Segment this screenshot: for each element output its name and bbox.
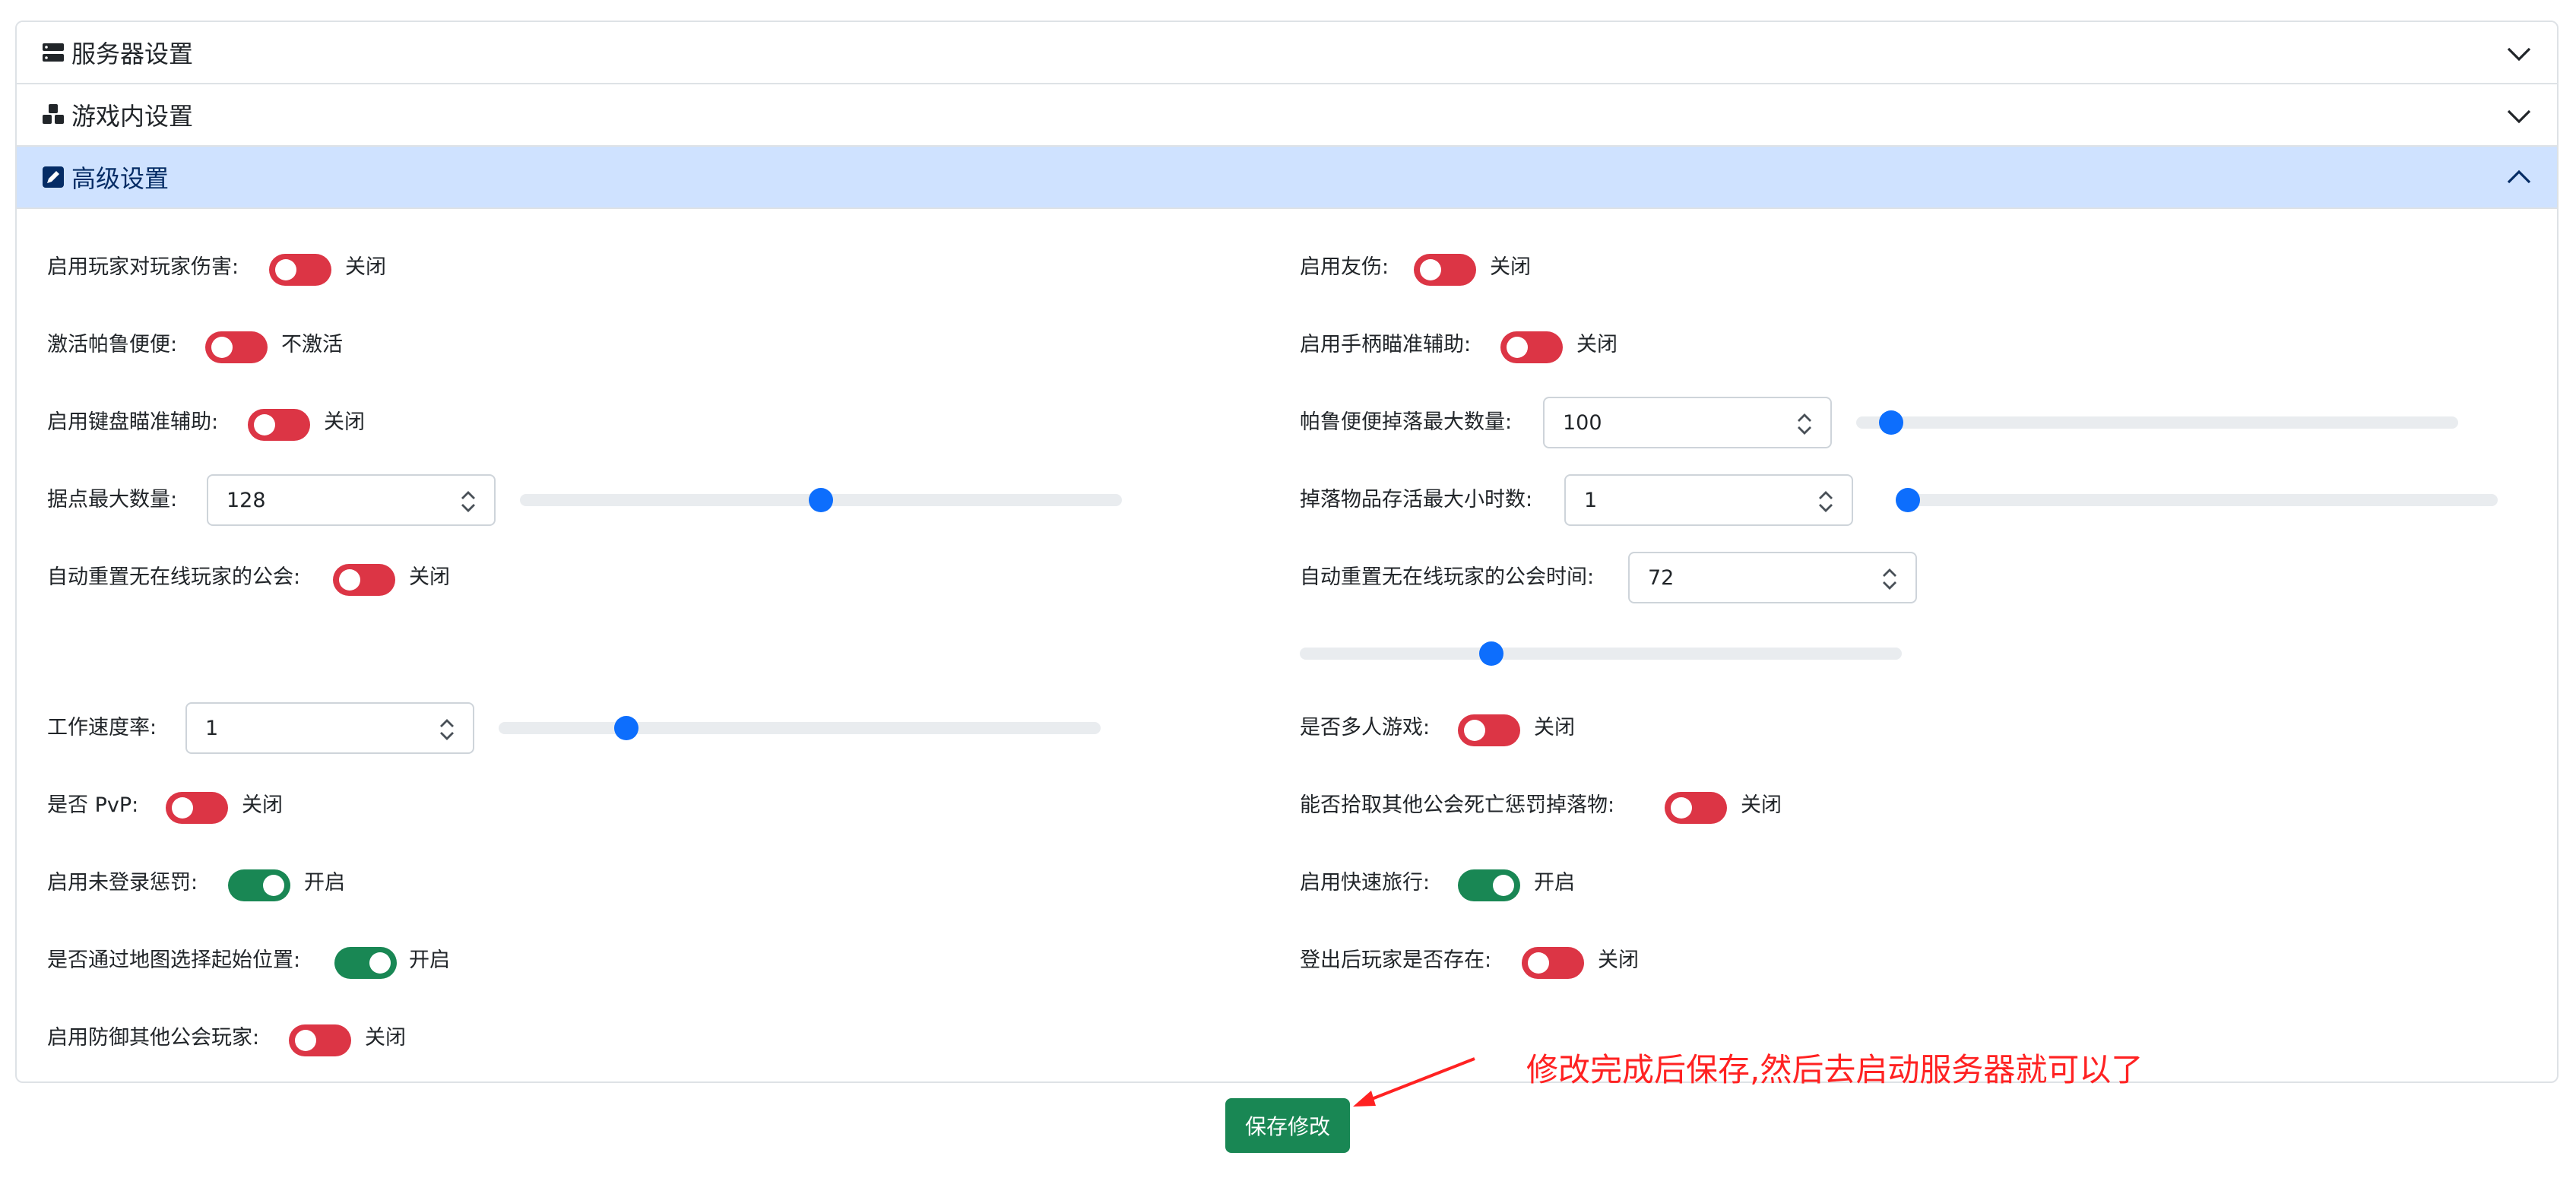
ingame-settings-header[interactable]: 游戏内设置	[17, 84, 2557, 147]
defend-guild-label: 启用防御其他公会玩家:	[47, 1026, 260, 1050]
drop-hours-slider-thumb[interactable]	[1896, 488, 1920, 512]
pvp-damage-label: 启用玩家对玩家伤害:	[47, 255, 239, 279]
is-pvp-label: 是否 PvP:	[47, 793, 139, 817]
friendly-fire-label: 启用友伤:	[1300, 255, 1389, 279]
settings-accordion: 服务器设置 游戏内设置 高级设置 启用玩家对玩家伤害: 关闭 激活帕鲁便便: 不…	[15, 21, 2559, 1083]
pvp-damage-state: 关闭	[345, 255, 386, 279]
annotation-arrow-icon	[1353, 1057, 1475, 1107]
base-max-slider[interactable]	[520, 488, 1122, 512]
multiplayer-state: 关闭	[1534, 716, 1575, 739]
pickup-drops-state: 关闭	[1741, 793, 1782, 817]
reset-time-value: 72	[1648, 566, 1675, 590]
chevron-down-icon	[2507, 109, 2531, 124]
reset-time-slider[interactable]	[1300, 641, 1902, 666]
pal-drop-max-input[interactable]: 100	[1543, 397, 1832, 448]
save-changes-button[interactable]: 保存修改	[1225, 1098, 1350, 1153]
chevron-up-icon	[2507, 169, 2531, 184]
chevron-down-icon	[2507, 47, 2531, 62]
player-exists-label: 登出后玩家是否存在:	[1300, 948, 1492, 972]
work-speed-slider-thumb[interactable]	[614, 716, 638, 740]
server-icon	[43, 43, 64, 62]
drop-hours-label: 掉落物品存活最大小时数:	[1300, 488, 1533, 511]
base-max-slider-thumb[interactable]	[809, 488, 833, 512]
spinner-icon[interactable]	[1879, 564, 1900, 594]
work-speed-label: 工作速度率:	[47, 716, 157, 739]
auto-reset-guild-toggle[interactable]	[333, 564, 395, 596]
login-penalty-label: 启用未登录惩罚:	[47, 871, 198, 895]
kb-aim-toggle[interactable]	[248, 409, 310, 441]
fast-travel-toggle[interactable]	[1458, 869, 1520, 901]
work-speed-slider[interactable]	[499, 716, 1101, 740]
spinner-icon[interactable]	[458, 486, 479, 517]
base-max-label: 据点最大数量:	[47, 488, 178, 511]
friendly-fire-state: 关闭	[1490, 255, 1531, 279]
player-exists-state: 关闭	[1598, 948, 1639, 972]
is-pvp-toggle[interactable]	[166, 792, 228, 824]
fast-travel-label: 启用快速旅行:	[1300, 871, 1431, 895]
edit-icon	[43, 166, 64, 188]
advanced-settings-header[interactable]: 高级设置	[17, 147, 2557, 209]
pickup-drops-toggle[interactable]	[1665, 792, 1727, 824]
multiplayer-label: 是否多人游戏:	[1300, 716, 1431, 739]
advanced-settings-body: 启用玩家对玩家伤害: 关闭 激活帕鲁便便: 不激活 启用键盘瞄准辅助: 关闭 据…	[17, 209, 2557, 1081]
map-start-state: 开启	[409, 948, 450, 972]
server-settings-title: 服务器设置	[71, 40, 194, 68]
pal-drop-max-value: 100	[1563, 411, 1602, 435]
server-settings-header[interactable]: 服务器设置	[17, 22, 2557, 84]
base-max-input[interactable]: 128	[207, 474, 496, 526]
reset-time-label: 自动重置无在线玩家的公会时间:	[1300, 565, 1595, 589]
pal-drop-max-slider[interactable]	[1856, 410, 2458, 435]
work-speed-input[interactable]: 1	[185, 702, 474, 754]
spinner-icon[interactable]	[1794, 409, 1815, 439]
pal-box-toggle[interactable]	[205, 331, 268, 363]
cubes-icon	[43, 104, 64, 124]
spinner-icon[interactable]	[1815, 486, 1836, 517]
map-start-label: 是否通过地图选择起始位置:	[47, 948, 301, 972]
pvp-damage-toggle[interactable]	[269, 254, 331, 286]
player-exists-toggle[interactable]	[1522, 947, 1584, 979]
pad-aim-label: 启用手柄瞄准辅助:	[1300, 333, 1472, 356]
kb-aim-state: 关闭	[324, 410, 365, 434]
friendly-fire-toggle[interactable]	[1414, 254, 1476, 286]
drop-hours-value: 1	[1584, 489, 1598, 512]
pad-aim-toggle[interactable]	[1500, 331, 1563, 363]
annotation-note: 修改完成后保存,然后去启动服务器就可以了	[1526, 1051, 2143, 1088]
auto-reset-guild-state: 关闭	[409, 565, 450, 589]
pal-box-state: 不激活	[281, 333, 343, 356]
pad-aim-state: 关闭	[1576, 333, 1618, 356]
multiplayer-toggle[interactable]	[1458, 714, 1520, 746]
spinner-icon[interactable]	[436, 714, 458, 745]
defend-guild-toggle[interactable]	[289, 1024, 351, 1056]
drop-hours-input[interactable]: 1	[1564, 474, 1853, 526]
reset-time-input[interactable]: 72	[1628, 552, 1917, 603]
ingame-settings-title: 游戏内设置	[71, 102, 194, 131]
fast-travel-state: 开启	[1534, 871, 1575, 895]
defend-guild-state: 关闭	[365, 1026, 406, 1050]
work-speed-value: 1	[205, 717, 219, 740]
is-pvp-state: 关闭	[242, 793, 283, 817]
pal-drop-max-slider-thumb[interactable]	[1879, 410, 1904, 435]
reset-time-slider-thumb[interactable]	[1478, 641, 1503, 666]
advanced-settings-title: 高级设置	[71, 164, 170, 193]
login-penalty-state: 开启	[304, 871, 345, 895]
auto-reset-guild-label: 自动重置无在线玩家的公会:	[47, 565, 301, 589]
login-penalty-toggle[interactable]	[228, 869, 290, 901]
base-max-value: 128	[227, 489, 266, 512]
kb-aim-label: 启用键盘瞄准辅助:	[47, 410, 219, 434]
pal-box-label: 激活帕鲁便便:	[47, 333, 178, 356]
drop-hours-slider[interactable]	[1896, 488, 2498, 512]
map-start-toggle[interactable]	[334, 947, 397, 979]
pal-drop-max-label: 帕鲁便便掉落最大数量:	[1300, 410, 1513, 434]
pickup-drops-label: 能否拾取其他公会死亡惩罚掉落物:	[1300, 793, 1615, 817]
